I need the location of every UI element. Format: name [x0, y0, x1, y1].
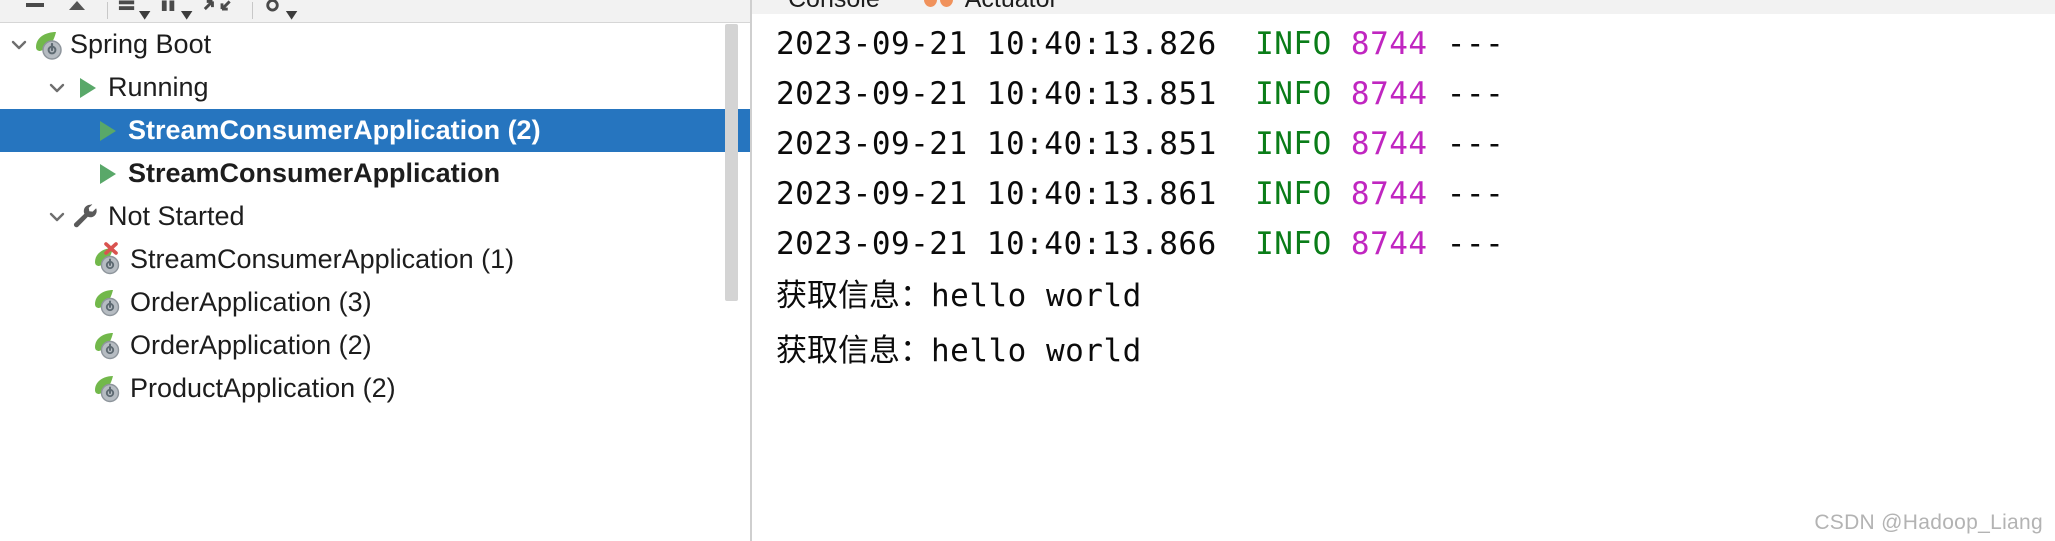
log-tail: --- — [1446, 126, 1505, 162]
green-run-triangle-icon — [90, 116, 124, 146]
services-tree[interactable]: Spring Boot Running StreamConsumerApplic… — [0, 23, 752, 541]
message-body: hello world — [931, 278, 1142, 314]
tab-console-label: Console — [788, 0, 880, 12]
tree-node-streamconsumerapplication[interactable]: StreamConsumerApplication — [0, 152, 752, 195]
watermark: CSDN @Hadoop_Liang — [1814, 511, 2043, 534]
minimize-icon[interactable] — [14, 0, 56, 22]
log-tail: --- — [1446, 26, 1505, 62]
toolbar-separator-2 — [252, 2, 253, 19]
toolbar-separator — [107, 2, 108, 19]
message-prefix: 获取信息： — [776, 278, 931, 314]
expand-collapse-icon[interactable] — [201, 0, 243, 22]
spring-boot-leaf-icon — [92, 286, 126, 320]
console-output[interactable]: 2023-09-21 10:40:13.826 INFO 8744 --- 20… — [752, 14, 2055, 536]
log-tail: --- — [1446, 226, 1505, 262]
actuator-status-dots-icon — [923, 0, 956, 7]
tree-node-label: Spring Boot — [70, 29, 212, 59]
log-level: INFO — [1255, 76, 1332, 112]
tab-console[interactable]: Console — [788, 0, 880, 12]
services-tool-window: Spring Boot Running StreamConsumerApplic… — [0, 0, 2055, 541]
tree-node-orderapplication-2[interactable]: OrderApplication (2) — [0, 324, 752, 367]
log-timestamp: 2023-09-21 10:40:13.851 — [776, 126, 1217, 162]
console-log-line: 2023-09-21 10:40:13.851 INFO 8744 --- — [752, 119, 2055, 169]
tree-node-label: StreamConsumerApplication (2) — [128, 115, 541, 145]
console-message-line: 获取信息：hello world — [752, 269, 2055, 324]
tree-node-label: StreamConsumerApplication — [128, 158, 501, 188]
tree-node-streamconsumerapplication-2[interactable]: StreamConsumerApplication (2) — [0, 109, 752, 152]
message-body: hello world — [931, 333, 1142, 369]
spring-boot-leaf-error-icon — [92, 241, 126, 278]
tree-vertical-scrollbar[interactable] — [725, 24, 738, 541]
tree-node-productapplication-2[interactable]: ProductApplication (2) — [0, 367, 752, 410]
tree-node-spring-boot[interactable]: Spring Boot — [0, 23, 752, 66]
message-prefix: 获取信息： — [776, 333, 931, 369]
tree-node-label: Not Started — [108, 201, 245, 231]
green-run-triangle-icon — [70, 73, 104, 103]
tree-node-label: OrderApplication (2) — [130, 330, 372, 360]
log-tail: --- — [1446, 76, 1505, 112]
services-toolbar — [0, 0, 752, 23]
green-run-triangle-icon — [90, 159, 124, 189]
console-log-line: 2023-09-21 10:40:13.861 INFO 8744 --- — [752, 169, 2055, 219]
spring-boot-leaf-icon — [92, 372, 126, 406]
log-level: INFO — [1255, 226, 1332, 262]
console-log-line: 2023-09-21 10:40:13.851 INFO 8744 --- — [752, 69, 2055, 119]
tree-node-streamconsumerapplication-1[interactable]: StreamConsumerApplication (1) — [0, 238, 752, 281]
spring-boot-leaf-icon — [32, 28, 66, 62]
run-dropdown-icon[interactable] — [117, 0, 159, 22]
tree-node-running[interactable]: Running — [0, 66, 752, 109]
log-tail: --- — [1446, 176, 1505, 212]
console-message-line: 获取信息：hello world — [752, 324, 2055, 379]
rerun-icon[interactable] — [56, 0, 98, 22]
filter-dropdown-icon[interactable] — [159, 0, 201, 22]
tree-node-not-started[interactable]: Not Started — [0, 195, 752, 238]
chevron-down-icon[interactable] — [44, 206, 70, 228]
tree-node-label: ProductApplication (2) — [130, 373, 396, 403]
log-pid: 8744 — [1350, 176, 1428, 212]
tree-node-label: StreamConsumerApplication (1) — [130, 244, 515, 274]
wrench-icon — [70, 202, 104, 232]
log-pid: 8744 — [1350, 76, 1428, 112]
console-log-line: 2023-09-21 10:40:13.826 INFO 8744 --- — [752, 19, 2055, 69]
log-pid: 8744 — [1350, 226, 1428, 262]
gear-dropdown-icon[interactable] — [262, 0, 304, 22]
services-tree-pane: Spring Boot Running StreamConsumerApplic… — [0, 0, 752, 541]
log-level: INFO — [1255, 126, 1332, 162]
console-log-line: 2023-09-21 10:40:13.866 INFO 8744 --- — [752, 219, 2055, 269]
tab-actuator[interactable]: Actuator — [923, 0, 1058, 12]
log-level: INFO — [1255, 26, 1332, 62]
console-tab-bar: Console Actuator — [752, 0, 2055, 14]
tree-scrollbar-thumb[interactable] — [725, 24, 738, 301]
log-level: INFO — [1255, 176, 1332, 212]
chevron-down-icon[interactable] — [6, 34, 32, 56]
console-pane: Console Actuator 2023-09-21 10:40:13.826… — [752, 0, 2055, 541]
log-timestamp: 2023-09-21 10:40:13.826 — [776, 26, 1217, 62]
spring-boot-leaf-icon — [92, 329, 126, 363]
chevron-down-icon[interactable] — [44, 77, 70, 99]
log-pid: 8744 — [1350, 126, 1428, 162]
log-timestamp: 2023-09-21 10:40:13.851 — [776, 76, 1217, 112]
log-pid: 8744 — [1350, 26, 1428, 62]
tree-node-label: Running — [108, 72, 209, 102]
log-timestamp: 2023-09-21 10:40:13.866 — [776, 226, 1217, 262]
log-timestamp: 2023-09-21 10:40:13.861 — [776, 176, 1217, 212]
tree-node-label: OrderApplication (3) — [130, 287, 372, 317]
tree-node-orderapplication-3[interactable]: OrderApplication (3) — [0, 281, 752, 324]
tab-actuator-label: Actuator — [965, 0, 1058, 12]
